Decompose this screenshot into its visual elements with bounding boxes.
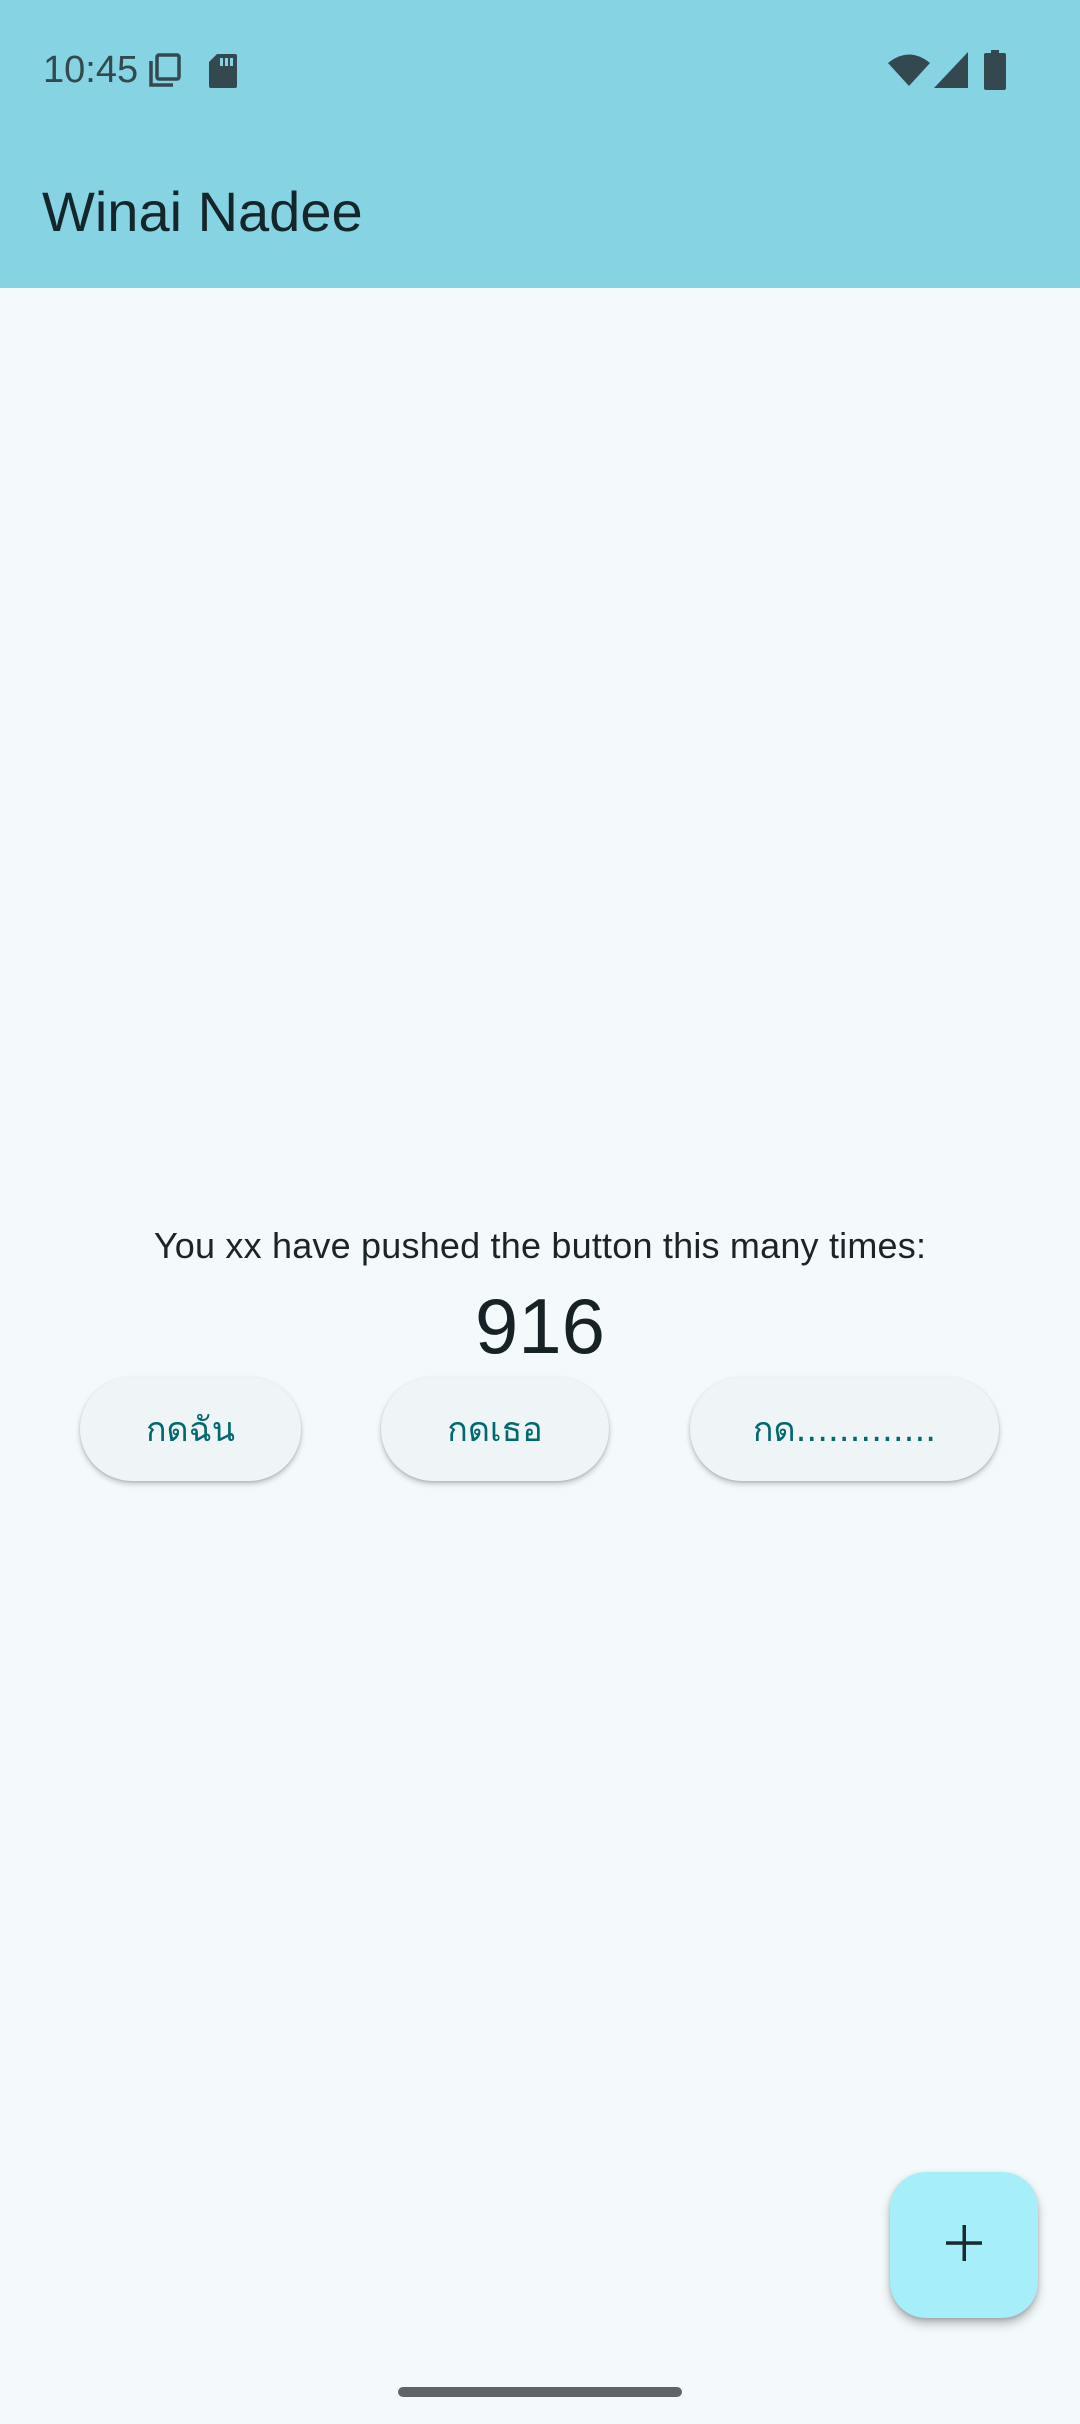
increment-fab[interactable] [890, 2172, 1038, 2318]
press-blank-button[interactable]: กด............. [690, 1377, 999, 1481]
plus-icon [944, 2223, 984, 2268]
gesture-home-indicator[interactable] [398, 2387, 682, 2397]
press-blank-button-label: กด............. [752, 1410, 937, 1450]
press-me-button-label: กดฉัน [145, 1410, 236, 1450]
press-me-button[interactable]: กดฉัน [80, 1377, 301, 1481]
wifi-icon [888, 54, 930, 91]
sd-card-icon [209, 54, 237, 93]
cell-signal-icon [934, 52, 968, 93]
counter-value: 916 [474, 1282, 606, 1370]
counter-message: You xx have pushed the button this many … [153, 1225, 927, 1266]
app-header: 10:45 Winai Nadee [0, 0, 1080, 288]
notification-copy-icon [148, 52, 182, 93]
press-her-button-label: กดเธอ [447, 1410, 543, 1450]
press-her-button[interactable]: กดเธอ [381, 1377, 609, 1481]
page-title: Winai Nadee [42, 180, 363, 243]
status-time: 10:45 [43, 49, 139, 91]
status-bar: 10:45 [0, 0, 1080, 140]
battery-icon [984, 50, 1006, 95]
